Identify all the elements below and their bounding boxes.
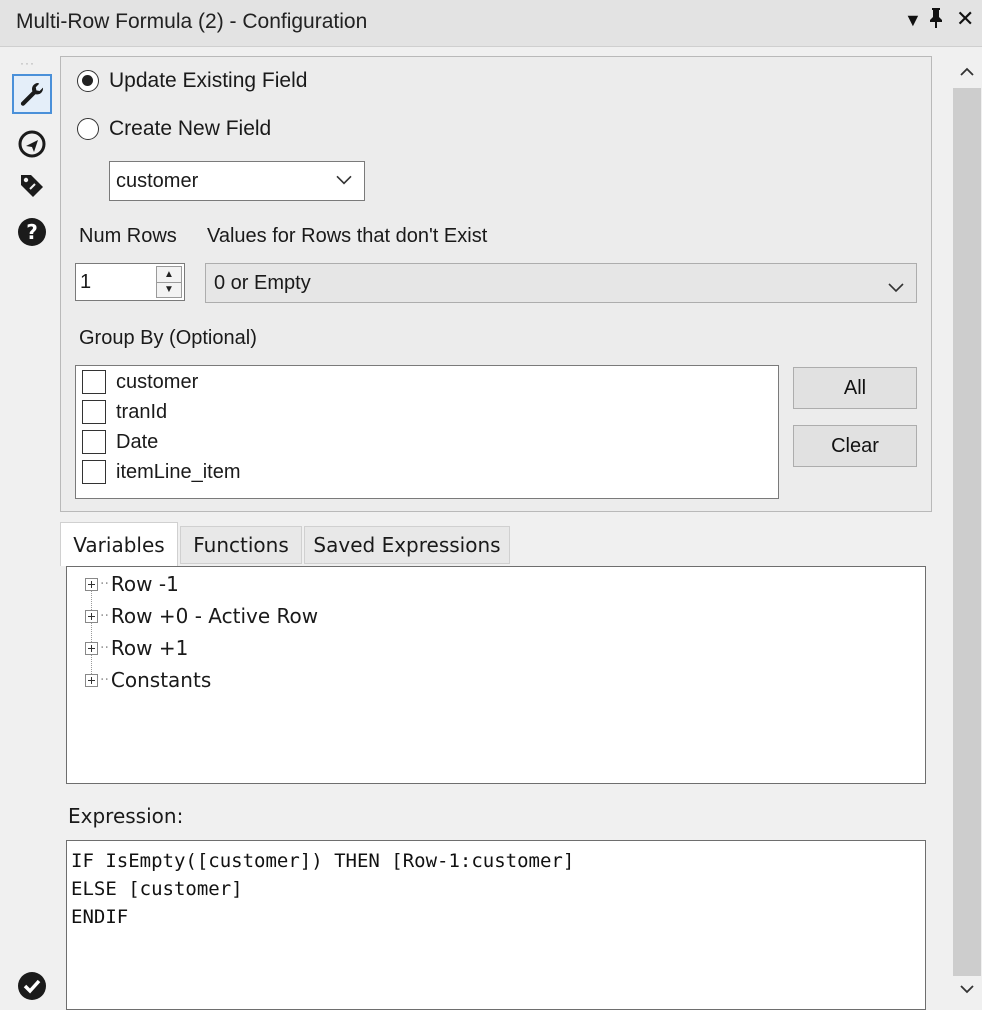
tree-item-label: Row +1 xyxy=(110,636,189,660)
svg-text:?: ? xyxy=(26,220,38,244)
checkbox[interactable] xyxy=(82,370,106,394)
expand-icon[interactable] xyxy=(85,577,98,591)
window-title: Multi-Row Formula (2) - Configuration xyxy=(16,10,368,33)
num-rows-label: Num Rows xyxy=(79,225,177,247)
list-item[interactable]: Date xyxy=(82,430,158,454)
expression-editor[interactable]: IF IsEmpty([customer]) THEN [Row-1:custo… xyxy=(66,840,926,1010)
scroll-up-icon[interactable] xyxy=(952,56,982,86)
group-by-field-label: tranId xyxy=(116,400,168,423)
chevron-down-icon xyxy=(888,276,904,299)
field-select[interactable]: customer xyxy=(109,161,365,201)
config-panel: Update Existing Field Create New Field c… xyxy=(60,56,932,512)
clear-button[interactable]: Clear xyxy=(793,425,917,467)
checkbox[interactable] xyxy=(82,430,106,454)
values-missing-value: 0 or Empty xyxy=(214,271,311,294)
help-icon[interactable]: ? xyxy=(12,212,52,252)
group-by-label: Group By (Optional) xyxy=(79,327,257,349)
tree-item[interactable]: ·· Row +0 - Active Row xyxy=(85,604,318,628)
create-new-label: Create New Field xyxy=(109,117,272,140)
expand-icon[interactable] xyxy=(85,609,98,623)
num-rows-stepper[interactable]: 1 ▲ ▼ xyxy=(75,263,185,301)
values-missing-label: Values for Rows that don't Exist xyxy=(207,225,488,247)
variables-tree: ·· Row -1 ·· Row +0 - Active Row ·· Row … xyxy=(66,566,926,784)
expand-icon[interactable] xyxy=(85,641,98,655)
pin-icon[interactable] xyxy=(928,6,944,34)
checkbox[interactable] xyxy=(82,400,106,424)
num-rows-value: 1 xyxy=(80,270,92,293)
tree-item[interactable]: ·· Constants xyxy=(85,668,211,692)
grip-icon[interactable]: ··· xyxy=(20,56,35,70)
update-existing-label: Update Existing Field xyxy=(109,69,308,92)
list-item[interactable]: customer xyxy=(82,370,198,394)
group-by-field-label: itemLine_item xyxy=(116,460,241,483)
expression-label: Expression: xyxy=(68,804,184,828)
tab-variables[interactable]: Variables xyxy=(60,522,178,566)
select-all-button[interactable]: All xyxy=(793,367,917,409)
tab-saved-expressions[interactable]: Saved Expressions xyxy=(304,526,510,564)
checkbox[interactable] xyxy=(82,460,106,484)
check-circle-icon xyxy=(12,966,52,1006)
navigate-icon[interactable] xyxy=(12,124,52,164)
tab-functions[interactable]: Functions xyxy=(180,526,302,564)
dropdown-menu-icon[interactable]: ▼ xyxy=(904,10,922,31)
expand-icon[interactable] xyxy=(85,673,98,687)
group-by-field-label: customer xyxy=(116,370,199,393)
scroll-thumb[interactable] xyxy=(953,88,981,976)
vertical-scrollbar[interactable] xyxy=(952,56,982,999)
list-item[interactable]: tranId xyxy=(82,400,167,424)
update-existing-radio[interactable]: Update Existing Field xyxy=(77,69,307,93)
group-by-field-label: Date xyxy=(116,430,159,453)
create-new-radio[interactable]: Create New Field xyxy=(77,117,271,141)
tree-item-label: Constants xyxy=(110,668,212,692)
values-missing-select[interactable]: 0 or Empty xyxy=(205,263,917,303)
spin-buttons[interactable]: ▲ ▼ xyxy=(156,266,182,298)
field-select-value: customer xyxy=(116,169,199,192)
wrench-icon[interactable] xyxy=(12,74,52,114)
tag-icon[interactable] xyxy=(12,166,52,206)
group-by-list: customer tranId Date itemLine_item xyxy=(75,365,779,499)
spin-down-icon[interactable]: ▼ xyxy=(157,283,181,298)
close-icon[interactable]: ✕ xyxy=(956,6,974,32)
spin-up-icon[interactable]: ▲ xyxy=(157,267,181,283)
list-item[interactable]: itemLine_item xyxy=(82,460,241,484)
scroll-down-icon[interactable] xyxy=(952,974,982,1004)
tree-item-label: Row +0 - Active Row xyxy=(110,604,319,628)
radio-button[interactable] xyxy=(77,118,99,140)
chevron-down-icon xyxy=(336,168,352,191)
radio-button[interactable] xyxy=(77,70,99,92)
tree-item[interactable]: ·· Row +1 xyxy=(85,636,188,660)
title-bar: Multi-Row Formula (2) - Configuration ▼ … xyxy=(0,0,982,47)
tree-item-label: Row -1 xyxy=(110,572,179,596)
tree-item[interactable]: ·· Row -1 xyxy=(85,572,179,596)
